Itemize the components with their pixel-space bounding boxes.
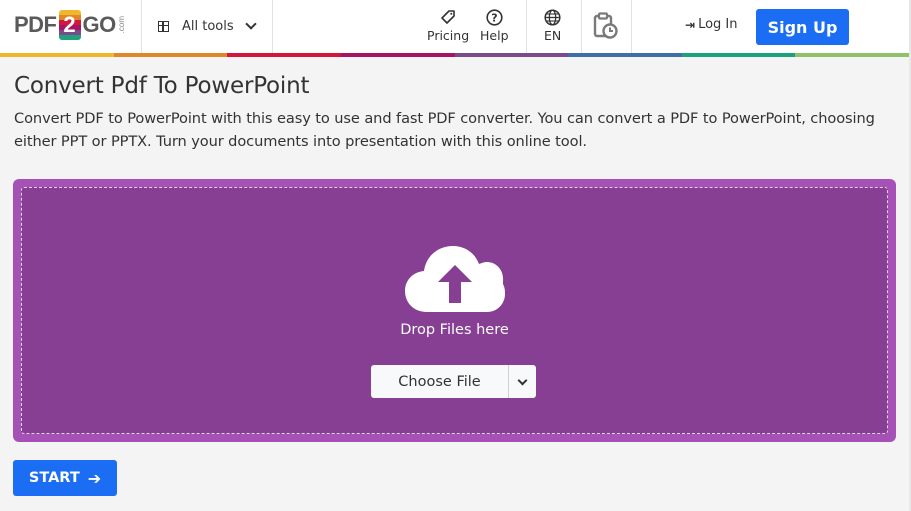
history-button[interactable] [593,12,619,40]
divider [141,0,142,53]
stripe-segment [113,53,228,57]
cloud-upload-icon [405,244,505,318]
color-stripe [0,53,909,57]
login-link[interactable]: ⇥ Log In [685,17,738,32]
divider [631,0,632,53]
help-label: Help [480,28,509,43]
chevron-down-icon [517,375,528,385]
logo-badge: 2 [58,10,81,40]
pricing-link[interactable]: Pricing [427,8,469,43]
all-tools-menu-button[interactable]: All tools [158,14,257,38]
login-label: Log In [698,17,738,32]
logo-text-left: PDF [14,12,57,37]
choose-file-button-group: Choose File [371,365,536,398]
pdf2go-logo[interactable]: PDF 2 GO .com [14,10,126,40]
start-button[interactable]: START ➔ [13,460,117,496]
divider [581,0,582,53]
language-selector[interactable]: EN [544,8,561,43]
divider [272,0,273,53]
divider [526,0,527,53]
drop-files-text: Drop Files here [400,322,509,338]
chevron-down-icon [244,17,257,30]
pricing-label: Pricing [427,28,470,43]
choose-file-button[interactable]: Choose File [371,365,509,398]
stripe-segment [227,53,341,57]
stripe-segment [340,53,455,57]
dropzone-inner[interactable]: Drop Files here Choose File [21,187,888,434]
logo-suffix: .com [116,16,126,34]
tag-icon [440,8,456,26]
file-dropzone[interactable]: Drop Files here Choose File [13,179,896,442]
globe-icon [544,8,561,26]
start-label: START [28,470,80,486]
sign-up-button[interactable]: Sign Up [756,9,849,45]
language-label: EN [544,28,562,43]
stripe-segment [568,53,682,57]
question-circle-icon: ? [486,8,503,26]
svg-text:?: ? [491,11,497,24]
stripe-segment [681,53,796,57]
stripe-segment [0,53,114,57]
logo-text-right: GO [82,12,117,37]
page-description: Convert PDF to PowerPoint with this easy… [14,110,875,150]
stripe-segment [454,53,569,57]
clipboard-clock-icon [593,12,619,40]
grid-icon [158,20,169,32]
choose-file-source-dropdown[interactable] [509,365,536,398]
arrow-right-icon: ➔ [87,468,102,488]
stripe-segment [795,53,909,57]
help-link[interactable]: ? Help [480,8,509,43]
sign-in-icon: ⇥ [685,17,696,32]
top-navigation-bar: PDF 2 GO .com All tools Pricing ? Help E… [0,0,909,53]
all-tools-label: All tools [182,18,234,34]
page-title: Convert Pdf To PowerPoint [14,73,310,99]
